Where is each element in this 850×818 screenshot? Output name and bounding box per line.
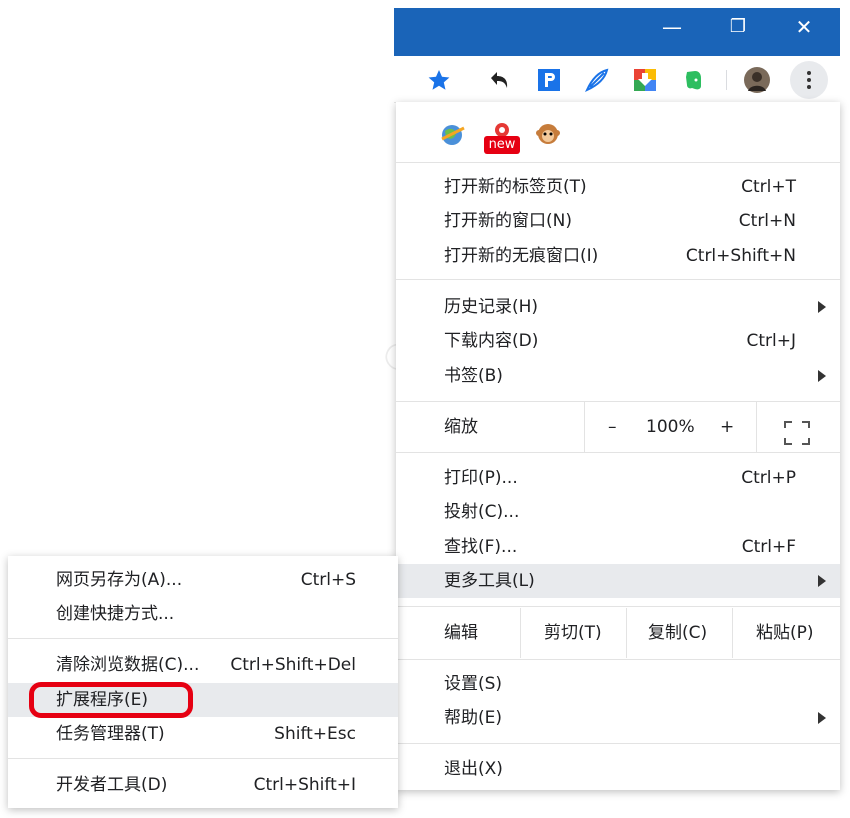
divider xyxy=(584,402,585,452)
menu-print[interactable]: 打印(P)... Ctrl+P xyxy=(396,461,840,495)
menu-item-label: 帮助(E) xyxy=(444,708,503,728)
menu-item-label: 网页另存为(A)... xyxy=(56,570,183,590)
menu-item-shortcut: Ctrl+Shift+Del xyxy=(230,655,356,675)
menu-item-shortcut: Ctrl+Shift+I xyxy=(253,775,356,795)
menu-item-label: 书签(B) xyxy=(444,366,503,386)
record-extension-icon[interactable]: new xyxy=(484,122,520,156)
menu-zoom-row: 缩放 – 100% + xyxy=(396,402,840,452)
menu-item-label: 任务管理器(T) xyxy=(56,724,165,744)
chevron-right-icon xyxy=(818,370,826,382)
menu-item-label: 打开新的窗口(N) xyxy=(444,211,572,231)
menu-item-label: 退出(X) xyxy=(444,759,503,779)
menu-item-shortcut: Ctrl+N xyxy=(738,211,796,231)
divider xyxy=(396,452,840,453)
new-badge: new xyxy=(484,136,520,154)
chevron-right-icon xyxy=(818,712,826,724)
zoom-level: 100% xyxy=(646,417,695,437)
menu-item-label: 投射(C)... xyxy=(444,502,520,522)
browser-toolbar xyxy=(394,56,840,103)
window-titlebar: — ❐ ✕ xyxy=(394,8,840,56)
paste-button[interactable]: 粘贴(P) xyxy=(756,608,814,658)
history-back-icon[interactable] xyxy=(486,67,512,93)
evernote-icon[interactable] xyxy=(680,67,706,93)
zoom-in-button[interactable]: + xyxy=(720,402,734,452)
menu-item-label: 开发者工具(D) xyxy=(56,775,168,795)
red-annotation-box xyxy=(29,682,193,718)
menu-history[interactable]: 历史记录(H) xyxy=(396,290,840,324)
menu-item-shortcut: Ctrl+F xyxy=(741,537,796,557)
copy-button[interactable]: 复制(C) xyxy=(648,608,707,658)
menu-item-label: 清除浏览数据(C)... xyxy=(56,655,200,675)
submenu-clear-data[interactable]: 清除浏览数据(C)... Ctrl+Shift+Del xyxy=(8,648,398,682)
pocket-p-icon[interactable] xyxy=(536,67,562,93)
divider xyxy=(396,279,840,280)
divider xyxy=(626,608,627,658)
submenu-dev-tools[interactable]: 开发者工具(D) Ctrl+Shift+I xyxy=(8,768,398,802)
download-icon[interactable] xyxy=(632,67,658,93)
edit-label: 编辑 xyxy=(444,623,478,643)
divider xyxy=(396,162,840,163)
more-menu-icon[interactable] xyxy=(790,61,828,99)
fullscreen-icon[interactable] xyxy=(784,415,810,445)
menu-item-shortcut: Ctrl+P xyxy=(741,468,796,488)
submenu-task-manager[interactable]: 任务管理器(T) Shift+Esc xyxy=(8,717,398,751)
toolbar-divider xyxy=(726,70,727,90)
close-button[interactable]: ✕ xyxy=(776,8,832,48)
divider xyxy=(396,659,840,660)
restore-button[interactable]: ❐ xyxy=(710,8,766,48)
menu-settings[interactable]: 设置(S) xyxy=(396,667,840,701)
zoom-label: 缩放 xyxy=(444,417,478,437)
menu-new-window[interactable]: 打开新的窗口(N) Ctrl+N xyxy=(396,204,840,238)
chevron-right-icon xyxy=(818,575,826,587)
menu-item-shortcut: Ctrl+J xyxy=(746,331,796,351)
divider xyxy=(732,608,733,658)
menu-more-tools[interactable]: 更多工具(L) xyxy=(396,564,840,598)
menu-help[interactable]: 帮助(E) xyxy=(396,701,840,735)
divider xyxy=(756,402,757,452)
divider xyxy=(396,743,840,744)
menu-exit[interactable]: 退出(X) xyxy=(396,752,840,786)
menu-new-tab[interactable]: 打开新的标签页(T) Ctrl+T xyxy=(396,170,840,204)
menu-downloads[interactable]: 下载内容(D) Ctrl+J xyxy=(396,324,840,358)
more-tools-submenu: 网页另存为(A)... Ctrl+S 创建快捷方式... 清除浏览数据(C)..… xyxy=(8,556,398,808)
menu-find[interactable]: 查找(F)... Ctrl+F xyxy=(396,530,840,564)
bookmark-star-icon[interactable] xyxy=(426,67,452,93)
menu-item-label: 创建快捷方式... xyxy=(56,604,175,624)
menu-item-label: 打印(P)... xyxy=(444,468,518,488)
divider xyxy=(396,606,840,607)
menu-item-shortcut: Ctrl+S xyxy=(300,570,356,590)
menu-item-label: 更多工具(L) xyxy=(444,571,535,591)
submenu-create-shortcut[interactable]: 创建快捷方式... xyxy=(8,597,398,631)
menu-bookmarks[interactable]: 书签(B) xyxy=(396,359,840,393)
menu-item-label: 设置(S) xyxy=(444,674,503,694)
divider xyxy=(520,608,521,658)
menu-edit-row: 编辑 剪切(T) 复制(C) 粘贴(P) xyxy=(396,608,840,658)
zoom-out-button[interactable]: – xyxy=(608,402,617,452)
monkey-extension-icon[interactable] xyxy=(536,122,560,146)
cut-button[interactable]: 剪切(T) xyxy=(544,608,602,658)
submenu-save-page[interactable]: 网页另存为(A)... Ctrl+S xyxy=(8,563,398,597)
feather-icon[interactable] xyxy=(584,67,610,93)
menu-cast[interactable]: 投射(C)... xyxy=(396,495,840,529)
menu-item-shortcut: Ctrl+Shift+N xyxy=(685,246,796,266)
divider xyxy=(8,638,398,639)
menu-item-label: 打开新的标签页(T) xyxy=(444,177,587,197)
menu-item-label: 查找(F)... xyxy=(444,537,518,557)
menu-item-shortcut: Shift+Esc xyxy=(274,724,356,744)
avatar[interactable] xyxy=(744,67,770,93)
earth-extension-icon[interactable] xyxy=(440,122,465,146)
extensions-row: new xyxy=(396,102,840,162)
minimize-button[interactable]: — xyxy=(644,8,700,48)
menu-item-label: 下载内容(D) xyxy=(444,331,539,351)
chrome-main-menu: new 打开新的标签页(T) Ctrl+T 打开新的窗口(N) Ctrl+N 打… xyxy=(396,102,840,790)
menu-new-incognito[interactable]: 打开新的无痕窗口(I) Ctrl+Shift+N xyxy=(396,239,840,273)
divider xyxy=(8,758,398,759)
menu-item-shortcut: Ctrl+T xyxy=(741,177,796,197)
menu-item-label: 历史记录(H) xyxy=(444,297,539,317)
menu-item-label: 打开新的无痕窗口(I) xyxy=(444,246,599,266)
chevron-right-icon xyxy=(818,301,826,313)
